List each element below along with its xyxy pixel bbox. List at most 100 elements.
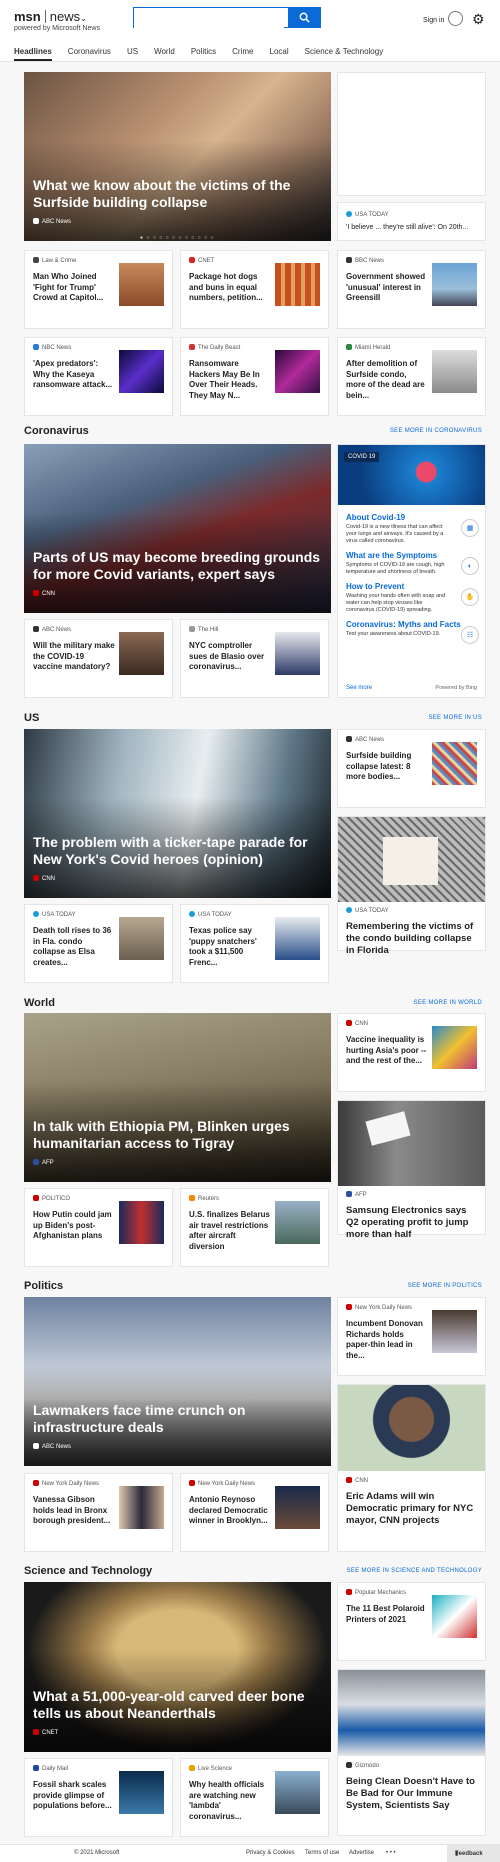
news-card[interactable]: ABC News Surfside building collapse lates…	[337, 729, 486, 808]
card-image	[338, 1101, 485, 1186]
card-thumbnail	[119, 1486, 164, 1529]
section-heading: US	[24, 712, 40, 724]
card-title: Fossil shark scales provide glimpse of p…	[33, 1780, 112, 1810]
hero-source: ABC News	[42, 1444, 72, 1450]
tab-headlines[interactable]: Headlines	[14, 47, 52, 61]
nav-tabs: Headlines Coronavirus US World Politics …	[14, 47, 399, 61]
card-source: Popular Mechanics	[355, 1590, 407, 1596]
feature-card[interactable]: USA TODAY Remembering the victims of the…	[337, 816, 486, 956]
news-card[interactable]: CNET Package hot dogs and buns in equal n…	[180, 250, 329, 329]
card-source: CNN	[355, 1478, 368, 1484]
news-card[interactable]: NBC News 'Apex predators': Why the Kaseya…	[24, 337, 173, 416]
news-card[interactable]: Law & Crime Man Who Joined 'Fight for Tru…	[24, 250, 173, 329]
see-more-link[interactable]: SEE MORE IN US	[428, 715, 482, 721]
feedback-button[interactable]: ▮ Feedback	[447, 1845, 500, 1862]
news-card[interactable]: The Hill NYC comptroller sues de Blasio o…	[180, 619, 329, 698]
news-card[interactable]: Miami Herald After demolition of Surfside…	[337, 337, 486, 416]
tab-us[interactable]: US	[127, 47, 138, 61]
tab-crime[interactable]: Crime	[232, 47, 253, 61]
footer: © 2021 Microsoft Privacy & Cookies Terms…	[0, 1844, 500, 1862]
card-source: Live Science	[198, 1766, 233, 1772]
msn-logo[interactable]: msn news⌄	[14, 9, 87, 24]
news-card[interactable]: Daily Mail Fossil shark scales provide gl…	[24, 1758, 173, 1837]
tab-world[interactable]: World	[154, 47, 175, 61]
tab-local[interactable]: Local	[270, 47, 289, 61]
see-more-link[interactable]: SEE MORE IN WORLD	[414, 1000, 482, 1006]
card-title: The 11 Best Polaroid Printers of 2021	[346, 1604, 425, 1624]
covid-badge: COVID 19	[344, 452, 380, 462]
hero-title: The problem with a ticker-tape parade fo…	[33, 834, 308, 867]
thermometer-icon: ◐	[461, 557, 479, 575]
news-card[interactable]: BBC News Government showed 'unusual' inte…	[337, 250, 486, 329]
news-card[interactable]: Popular Mechanics The 11 Best Polaroid Pr…	[337, 1582, 486, 1661]
news-card[interactable]: New York Daily News Antonio Reynoso decla…	[180, 1473, 329, 1552]
search-button[interactable]	[288, 7, 321, 28]
card-source: CNET	[198, 258, 215, 264]
news-card[interactable]: Live Science Why health officials are wat…	[180, 1758, 329, 1837]
covid-item[interactable]: Coronavirus: Myths and Facts Test your aw…	[346, 620, 479, 644]
search-input[interactable]	[134, 8, 284, 28]
gear-icon[interactable]: ⚙	[472, 11, 485, 28]
world-hero[interactable]: In talk with Ethiopia PM, Blinken urges …	[24, 1013, 331, 1182]
covid-item-text: Test your awareness about COVID-19.	[346, 631, 441, 637]
feature-card[interactable]: CNN Eric Adams will win Democratic prima…	[337, 1384, 486, 1552]
card-title: Vaccine inequality is hurting Asia's poo…	[346, 1035, 427, 1065]
card-title: Surfside building collapse latest: 8 mor…	[346, 751, 412, 781]
covid-item[interactable]: How to Prevent Washing your hands often w…	[346, 582, 479, 614]
card-source: The Daily Beast	[198, 345, 241, 351]
feature-card[interactable]: Gizmodo Being Clean Doesn't Have to Be B…	[337, 1669, 486, 1836]
tab-science[interactable]: Science & Technology	[305, 47, 384, 61]
card-source: POLITICO	[42, 1196, 71, 1202]
news-card[interactable]: POLITICO How Putin could jam up Biden's p…	[24, 1188, 173, 1267]
see-more-link[interactable]: SEE MORE IN CORONAVIRUS	[390, 428, 482, 434]
card-title: Eric Adams will win Democratic primary f…	[346, 1491, 474, 1526]
news-card[interactable]: CNN Vaccine inequality is hurting Asia's …	[337, 1013, 486, 1092]
card-title: Man Who Joined 'Fight for Trump' Crowd a…	[33, 272, 104, 302]
more-dots-icon[interactable]: • • •	[386, 1850, 396, 1856]
hero-source: ABC News	[42, 219, 72, 225]
hero-source: AFP	[42, 1160, 54, 1166]
sign-in-link[interactable]: Sign in	[423, 17, 444, 24]
news-card[interactable]: New York Daily News Vanessa Gibson holds …	[24, 1473, 173, 1552]
feature-card[interactable]: AFP Samsung Electronics says Q2 operatin…	[337, 1100, 486, 1240]
tab-politics[interactable]: Politics	[191, 47, 216, 61]
news-card[interactable]: Reuters U.S. finalizes Belarus air travel…	[180, 1188, 329, 1267]
carousel-dots[interactable]: ● ○ ○ ○ ○ ○ ○ ○ ○ ○ ○ ○	[140, 235, 215, 241]
top-side-card[interactable]: USA TODAY 'I believe ... they're still a…	[337, 202, 486, 241]
us-hero[interactable]: The problem with a ticker-tape parade fo…	[24, 729, 331, 898]
card-title: Government showed 'unusual' interest in …	[346, 272, 426, 302]
card-title: Texas police say 'puppy snatchers' took …	[189, 926, 257, 967]
card-thumbnail	[432, 1310, 477, 1353]
card-source: USA TODAY	[355, 908, 389, 914]
news-card[interactable]: USA TODAY Death toll rises to 36 in Fla. …	[24, 904, 173, 983]
see-more-link[interactable]: SEE MORE IN POLITICS	[408, 1283, 482, 1289]
science-hero[interactable]: What a 51,000-year-old carved deer bone …	[24, 1582, 331, 1752]
card-thumbnail	[275, 917, 320, 960]
see-more-link[interactable]: SEE MORE IN SCIENCE AND TECHNOLOGY	[347, 1568, 482, 1574]
news-card[interactable]: The Daily Beast Ransomware Hackers May Be…	[180, 337, 329, 416]
advertise-link[interactable]: Advertise	[349, 1850, 374, 1856]
covid-see-more[interactable]: See more	[346, 685, 372, 691]
covid-item[interactable]: About Covid-19 Covid-19 is a new illness …	[346, 513, 479, 545]
tab-coronavirus[interactable]: Coronavirus	[68, 47, 111, 61]
coronavirus-hero[interactable]: Parts of US may become breeding grounds …	[24, 444, 331, 613]
card-thumbnail	[275, 1486, 320, 1529]
terms-link[interactable]: Terms of use	[305, 1850, 339, 1856]
top-hero[interactable]: What we know about the victims of the Su…	[24, 72, 331, 241]
news-card[interactable]: USA TODAY Texas police say 'puppy snatche…	[180, 904, 329, 983]
news-card[interactable]: New York Daily News Incumbent Donovan Ric…	[337, 1297, 486, 1376]
politics-hero[interactable]: Lawmakers face time crunch on infrastruc…	[24, 1297, 331, 1466]
avatar-icon[interactable]	[448, 11, 463, 26]
covid-item[interactable]: What are the Symptoms Symptoms of COVID-1…	[346, 551, 479, 576]
news-card[interactable]: ABC News Will the military make the COVID…	[24, 619, 173, 698]
covid-item-text: Washing your hands often with soap and w…	[346, 593, 446, 613]
section-heading: Coronavirus	[24, 425, 89, 437]
section-heading: Science and Technology	[24, 1565, 153, 1577]
card-title: 'I believe ... they're still alive': On …	[346, 224, 469, 231]
privacy-link[interactable]: Privacy & Cookies	[246, 1850, 295, 1856]
card-title: Samsung Electronics says Q2 operating pr…	[346, 1205, 469, 1240]
hero-title: Parts of US may become breeding grounds …	[33, 549, 321, 582]
covid-item-text: Symptoms of COVID-19 are cough, high tem…	[346, 562, 445, 575]
covid-item-title: What are the Symptoms	[346, 551, 438, 560]
card-image	[338, 1385, 485, 1471]
